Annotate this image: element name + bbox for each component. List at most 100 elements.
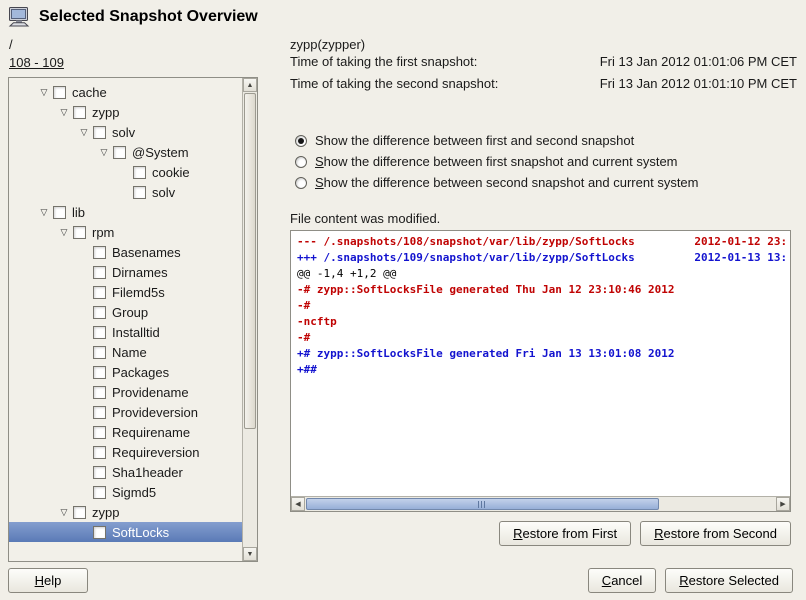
scrollbar-grip (478, 501, 487, 508)
checkbox-filemd5s[interactable] (93, 286, 106, 299)
tree-item-sigmd5[interactable]: Sigmd5 (9, 482, 242, 502)
checkbox-installtid[interactable] (93, 326, 106, 339)
checkbox-zypp[interactable] (73, 506, 86, 519)
tree-item-sha1header[interactable]: Sha1header (9, 462, 242, 482)
tree-item-basenames[interactable]: Basenames (9, 242, 242, 262)
checkbox-cookie[interactable] (133, 166, 146, 179)
expander-open-icon[interactable]: ▽ (55, 107, 73, 118)
tree-item-label: solv (112, 125, 135, 140)
diff-scrollbar-thumb[interactable] (306, 498, 659, 510)
scroll-left-arrow-icon[interactable]: ◀ (291, 497, 305, 511)
tree-item-filemd5s[interactable]: Filemd5s (9, 282, 242, 302)
restore-from-second-button[interactable]: Restore from Second (640, 521, 791, 546)
tree-item-group[interactable]: Group (9, 302, 242, 322)
checkbox-requirename[interactable] (93, 426, 106, 439)
expander-open-icon[interactable]: ▽ (35, 207, 53, 218)
checkbox-requireversion[interactable] (93, 446, 106, 459)
first-snapshot-time-label: Time of taking the first snapshot: (290, 54, 477, 69)
checkbox-@system[interactable] (113, 146, 126, 159)
diff-line: @@ -1,4 +1,2 @@ (297, 266, 789, 282)
tree-item-name[interactable]: Name (9, 342, 242, 362)
tree-item-label: zypp (92, 105, 119, 120)
restore-selected-button[interactable]: Restore Selected (665, 568, 793, 593)
checkbox-sha1header[interactable] (93, 466, 106, 479)
snapshot-file-tree: ▽cache▽zypp▽solv▽@Systemcookiesolv▽lib▽r… (8, 77, 258, 562)
tree-item-@system[interactable]: ▽ @System (9, 142, 242, 162)
tree-item-solv[interactable]: ▽ solv (9, 122, 242, 142)
tree-vertical-scrollbar[interactable]: ▲ ▼ (242, 78, 257, 561)
scroll-down-arrow-icon[interactable]: ▼ (243, 547, 257, 561)
tree-item-zypp[interactable]: ▽ zypp (9, 102, 242, 122)
tree-item-label: Installtid (112, 325, 160, 340)
tree-item-cache[interactable]: ▽cache (9, 82, 242, 102)
diff-horizontal-scrollbar[interactable]: ◀ ▶ (291, 496, 790, 511)
checkbox-basenames[interactable] (93, 246, 106, 259)
tree-item-dirnames[interactable]: Dirnames (9, 262, 242, 282)
expander-open-icon[interactable]: ▽ (55, 507, 73, 518)
radio-diff-second-current[interactable]: Show the difference between second snaps… (295, 172, 699, 193)
radio-unselected-icon[interactable] (295, 177, 307, 189)
tree-item-label: lib (72, 205, 85, 220)
radio-selected-icon[interactable] (295, 135, 307, 147)
tree-item-provideversion[interactable]: Provideversion (9, 402, 242, 422)
checkbox-lib[interactable] (53, 206, 66, 219)
checkbox-providename[interactable] (93, 386, 106, 399)
tree-item-label: Group (112, 305, 148, 320)
checkbox-provideversion[interactable] (93, 406, 106, 419)
checkbox-packages[interactable] (93, 366, 106, 379)
second-snapshot-time-label: Time of taking the second snapshot: (290, 76, 498, 91)
checkbox-rpm[interactable] (73, 226, 86, 239)
application-icon (7, 5, 31, 29)
first-snapshot-time-row: Time of taking the first snapshot: Fri 1… (290, 54, 797, 69)
expander-open-icon[interactable]: ▽ (75, 127, 93, 138)
first-snapshot-time-value: Fri 13 Jan 2012 01:01:06 PM CET (600, 54, 797, 69)
tree-item-solv[interactable]: solv (9, 182, 242, 202)
diff-line: +# zypp::SoftLocksFile generated Fri Jan… (297, 346, 789, 362)
tree-item-requireversion[interactable]: Requireversion (9, 442, 242, 462)
diff-mode-radio-group: Show the difference between first and se… (295, 130, 699, 193)
tree-item-packages[interactable]: Packages (9, 362, 242, 382)
cancel-button-label: Cancel (602, 573, 642, 588)
diff-line: -ncftp (297, 314, 789, 330)
tree-item-cookie[interactable]: cookie (9, 162, 242, 182)
tree-root-label: / (9, 37, 13, 52)
radio-diff-first-current[interactable]: Show the difference between first snapsh… (295, 151, 699, 172)
expander-open-icon[interactable]: ▽ (95, 147, 113, 158)
help-button[interactable]: Help (8, 568, 88, 593)
expander-open-icon[interactable]: ▽ (55, 227, 73, 238)
radio-diff-first-second[interactable]: Show the difference between first and se… (295, 130, 699, 151)
scroll-up-arrow-icon[interactable]: ▲ (243, 78, 257, 92)
tree-item-label: Requirename (112, 425, 190, 440)
tree-item-softlocks[interactable]: SoftLocks (9, 522, 242, 542)
restore-selected-label: Restore Selected (679, 573, 779, 588)
tree-scrollbar-thumb[interactable] (244, 93, 256, 429)
checkbox-dirnames[interactable] (93, 266, 106, 279)
radio-unselected-icon[interactable] (295, 156, 307, 168)
checkbox-sigmd5[interactable] (93, 486, 106, 499)
tree-item-rpm[interactable]: ▽rpm (9, 222, 242, 242)
cancel-button[interactable]: Cancel (588, 568, 656, 593)
tree-item-requirename[interactable]: Requirename (9, 422, 242, 442)
expander-open-icon[interactable]: ▽ (35, 87, 53, 98)
checkbox-softlocks[interactable] (93, 526, 106, 539)
tree-item-installtid[interactable]: Installtid (9, 322, 242, 342)
radio-diff-first-second-label: Show the difference between first and se… (315, 133, 634, 148)
tree-item-label: @System (132, 145, 189, 160)
checkbox-zypp[interactable] (73, 106, 86, 119)
checkbox-solv[interactable] (93, 126, 106, 139)
restore-from-first-button[interactable]: Restore from First (499, 521, 631, 546)
checkbox-group[interactable] (93, 306, 106, 319)
tree-item-providename[interactable]: Providename (9, 382, 242, 402)
tree-item-lib[interactable]: ▽ lib (9, 202, 242, 222)
diff-line: --- /.snapshots/108/snapshot/var/lib/zyp… (297, 234, 789, 250)
tree-item-label: Requireversion (112, 445, 199, 460)
snapshot-overview-window: Selected Snapshot Overview / 108 - 109 ▽… (0, 0, 806, 600)
scroll-right-arrow-icon[interactable]: ▶ (776, 497, 790, 511)
checkbox-name[interactable] (93, 346, 106, 359)
checkbox-solv[interactable] (133, 186, 146, 199)
diff-content: --- /.snapshots/108/snapshot/var/lib/zyp… (297, 234, 789, 495)
diff-line: -# (297, 330, 789, 346)
checkbox-cache[interactable] (53, 86, 66, 99)
tree-item-zypp[interactable]: ▽zypp (9, 502, 242, 522)
window-header: Selected Snapshot Overview (0, 0, 806, 34)
